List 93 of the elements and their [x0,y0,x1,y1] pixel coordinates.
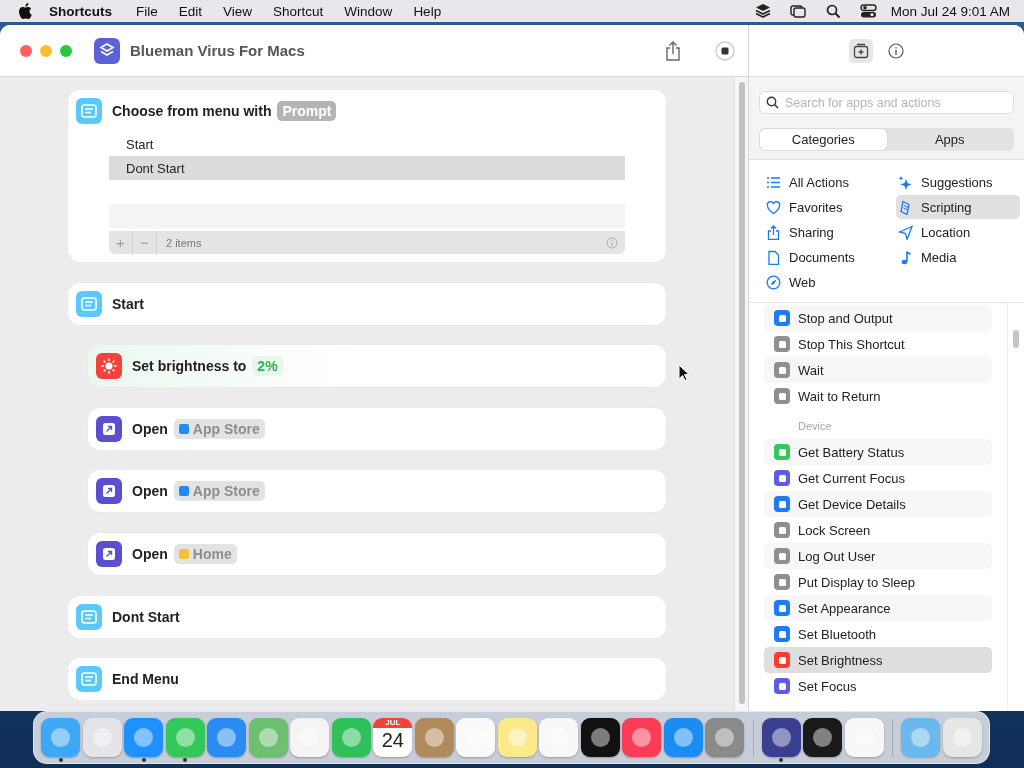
layers-icon[interactable] [754,3,772,19]
stop-icon[interactable] [715,40,735,61]
category-item[interactable]: Suggestions [896,170,1020,194]
menu-icon [76,290,102,317]
category-item[interactable]: Web [764,270,888,294]
action-title: Open [132,545,168,562]
category-item[interactable]: Favorites [764,195,888,219]
item-count: 2 items [166,236,203,249]
menu-item[interactable]: Dont Start [109,156,625,180]
action-item[interactable]: Get Battery Status [764,439,992,465]
action-card[interactable]: Set brightness to 2% [88,345,666,388]
app-icon[interactable] [803,718,843,757]
segment-tab[interactable]: Categories [760,129,887,150]
sparkle-icon [898,174,913,190]
menu-icon [76,603,102,630]
section-header: Device [797,419,833,434]
cursor-icon [678,364,689,381]
action-card[interactable]: Open App Store [88,470,666,513]
menu-item[interactable]: Window [344,3,393,19]
list-icon [766,174,781,190]
category-item[interactable]: Documents [764,245,888,269]
search-field[interactable]: Search for apps and actions [759,91,1014,114]
action-card[interactable]: Choose from menu with Prompt Start Dont Start + − 2 items [68,90,666,262]
windows-icon[interactable] [789,3,807,19]
action-item[interactable]: Get Device Details [764,491,992,517]
menu-item[interactable]: View [223,3,253,19]
apple-icon [18,3,32,19]
action-title: Set brightness to [132,358,247,375]
info-icon [606,236,618,249]
category-item[interactable]: Scripting [896,195,1020,219]
action-item[interactable]: Stop This Shortcut [764,331,992,357]
app-icon[interactable] [580,718,620,757]
search-icon [766,96,779,109]
add-action-icon [853,42,869,59]
script-icon [898,199,913,215]
menu-item[interactable]: Help [413,3,442,19]
heart-icon [766,199,781,215]
action-item[interactable]: Stop and Output [764,305,992,331]
action-item[interactable]: Set Appearance [764,595,992,621]
window-title: Blueman Virus For Macs [130,42,305,59]
action-item[interactable]: Lock Screen [764,517,992,543]
shortcuts-app-icon [94,37,120,64]
control-center-icon[interactable] [859,3,877,19]
info-icon[interactable] [888,42,904,59]
share-icon [766,224,781,240]
search-icon[interactable] [824,3,842,19]
share-icon[interactable] [665,40,681,61]
action-item[interactable]: Set Bluetooth [764,621,992,647]
menu-item[interactable]: Edit [178,3,203,19]
category-item[interactable]: All Actions [764,170,888,194]
action-item[interactable]: Wait [764,357,992,383]
action-item[interactable]: Set Brightness [764,647,992,673]
calendar-day: 24 [381,728,404,753]
category-item[interactable]: Sharing [764,220,888,244]
zoom-button[interactable] [60,44,72,57]
action-title: Start [112,295,144,312]
library-button[interactable] [849,38,873,63]
segment-tab[interactable]: Apps [886,129,1013,150]
action-item[interactable]: Set Focus [764,673,992,699]
menu-icon [76,98,102,124]
search-input[interactable]: Search for apps and actions [785,95,1007,110]
action-card[interactable]: End Menu [68,658,666,701]
action-title: Open [132,483,168,500]
menu-item[interactable]: Start [109,132,625,156]
menu-end-icon [76,666,102,693]
action-title: Open [132,420,168,437]
compass-icon [766,274,781,290]
action-item[interactable]: Get Current Focus [764,465,992,491]
action-item[interactable]: Log Out User [764,543,992,569]
app-icon[interactable] [761,718,801,757]
action-title: Dont Start [112,608,180,625]
location-arrow-icon [898,224,913,240]
menu-item[interactable]: File [136,3,158,19]
category-item[interactable]: Media [896,245,1020,269]
sun-icon [96,353,122,380]
close-button[interactable] [20,44,32,57]
action-card[interactable]: Start [68,282,666,325]
scrollbar[interactable] [734,77,748,711]
category-item[interactable]: Location [896,220,1020,244]
calendar-app-icon[interactable]: JUL 24 [373,718,413,757]
clock[interactable]: Mon Jul 24 9:01 AM [890,3,1010,19]
app-menu[interactable]: Shortcuts [49,3,112,19]
minimize-button[interactable] [40,44,52,57]
menu-item[interactable]: Shortcut [273,3,324,19]
action-title: End Menu [112,671,179,688]
action-title: Choose from menu with [112,103,272,119]
document-icon [766,249,781,265]
action-card[interactable]: Dont Start [68,595,666,638]
calendar-month: JUL [373,718,413,728]
action-item[interactable]: Put Display to Sleep [764,569,992,595]
action-item[interactable]: Wait to Return [764,383,992,409]
action-card[interactable]: Open App Store [88,407,666,450]
action-card[interactable]: Open Home [88,532,666,575]
